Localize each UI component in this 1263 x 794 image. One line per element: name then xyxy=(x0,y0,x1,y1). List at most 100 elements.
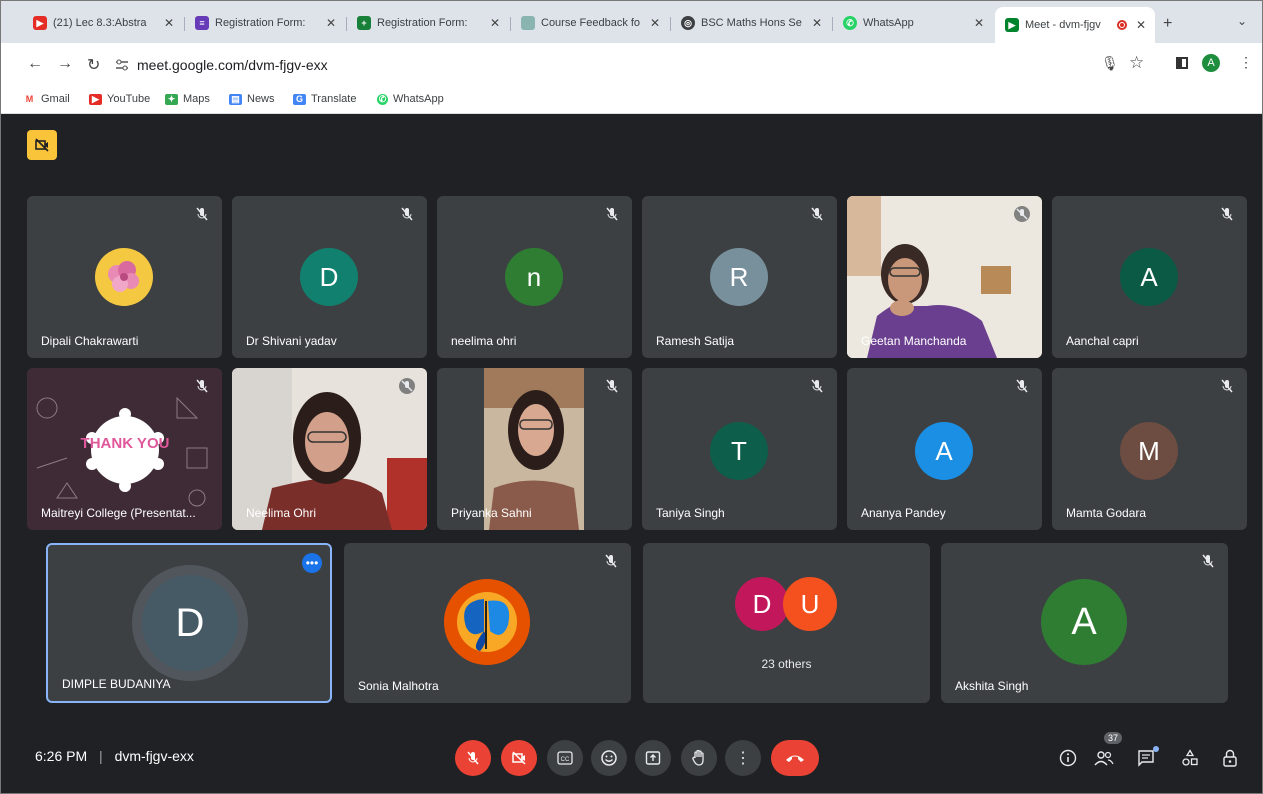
more-options-button[interactable]: ⋮ xyxy=(725,740,761,776)
activities-icon xyxy=(1182,749,1198,766)
tab-meet[interactable]: ▶ Meet - dvm-fjgv ✕ xyxy=(995,7,1155,43)
close-icon[interactable]: ✕ xyxy=(647,16,663,30)
mic-off-icon xyxy=(401,207,413,221)
tab-search-chevron-icon[interactable]: ⌄ xyxy=(1237,14,1247,28)
host-controls-button[interactable] xyxy=(1216,744,1244,772)
participant-name: Akshita Singh xyxy=(955,679,1029,693)
captions-button[interactable]: CC xyxy=(547,740,583,776)
tab-strip: ▶ (21) Lec 8.3:Abstra ✕ ≡ Registration F… xyxy=(1,1,1262,43)
chat-button[interactable] xyxy=(1132,744,1160,772)
participant-tile-video[interactable]: Neelima Ohri xyxy=(232,368,427,530)
forward-arrow-icon[interactable]: → xyxy=(57,55,73,73)
participant-tile[interactable]: A Ananya Pandey xyxy=(847,368,1042,530)
participant-tile[interactable]: A Akshita Singh xyxy=(941,543,1228,703)
mic-off-icon xyxy=(467,751,479,765)
tab-bsc-maths[interactable]: ◎ BSC Maths Hons Se ✕ xyxy=(671,9,831,37)
bookmark-star-icon[interactable]: ☆ xyxy=(1129,53,1144,73)
mic-off-icon xyxy=(399,378,415,394)
activities-button[interactable] xyxy=(1176,744,1204,772)
avatar: R xyxy=(710,248,768,306)
participant-tile[interactable]: T Taniya Singh xyxy=(642,368,837,530)
hang-up-icon xyxy=(786,755,804,762)
tab-youtube[interactable]: ▶ (21) Lec 8.3:Abstra ✕ xyxy=(23,9,183,37)
avatar: n xyxy=(505,248,563,306)
close-icon[interactable]: ✕ xyxy=(487,16,503,30)
mic-toggle-button[interactable] xyxy=(455,740,491,776)
tab-registration-form-1[interactable]: ≡ Registration Form: ✕ xyxy=(185,9,345,37)
host-controls-badge[interactable] xyxy=(27,130,57,160)
tab-course-feedback[interactable]: Course Feedback fo ✕ xyxy=(511,9,669,37)
participant-name: Mamta Godara xyxy=(1066,506,1147,520)
participant-name: Priyanka Sahni xyxy=(451,506,532,520)
bookmark-maps[interactable]: ✦ Maps xyxy=(165,93,210,105)
bookmark-news[interactable]: ▤ News xyxy=(229,93,275,105)
meet-stage: Dipali Chakrawarti D Dr Shivani yadav n … xyxy=(1,114,1262,793)
meeting-details-button[interactable] xyxy=(1054,744,1082,772)
close-icon[interactable]: ✕ xyxy=(161,16,177,30)
participant-tile[interactable]: R Ramesh Satija xyxy=(642,196,837,358)
tab-registration-form-2[interactable]: + Registration Form: ✕ xyxy=(347,9,509,37)
mic-off-icon xyxy=(196,207,208,221)
svg-text:CC: CC xyxy=(561,757,570,763)
avatar: A xyxy=(1041,579,1127,665)
emoji-button[interactable] xyxy=(591,740,627,776)
participant-tile[interactable]: Sonia Malhotra xyxy=(344,543,631,703)
participant-tile[interactable]: n neelima ohri xyxy=(437,196,632,358)
close-icon[interactable]: ✕ xyxy=(809,16,825,30)
new-tab-button[interactable]: + xyxy=(1163,15,1172,33)
participant-tile-pinned[interactable]: D ••• DIMPLE BUDANIYA xyxy=(46,543,332,703)
bookmark-label: Translate xyxy=(311,93,357,105)
others-count-label: 23 others xyxy=(761,657,812,671)
participant-tile-video[interactable]: Priyanka Sahni xyxy=(437,368,632,530)
address-bar[interactable]: meet.google.com/dvm-fjgv-exx xyxy=(115,53,1155,77)
avatar: M xyxy=(1120,422,1178,480)
participant-tile[interactable]: M Mamta Godara xyxy=(1052,368,1247,530)
participant-tile-presentation[interactable]: THANK YOU Maitreyi College (Presentat... xyxy=(27,368,222,530)
browser-menu-icon[interactable]: ⋮ xyxy=(1239,54,1253,71)
side-panel-icon[interactable] xyxy=(1176,57,1188,69)
avatar: D xyxy=(142,575,238,671)
camera-off-icon xyxy=(512,751,526,765)
others-tile[interactable]: D U 23 others xyxy=(643,543,930,703)
tile-options-icon[interactable]: ••• xyxy=(302,553,322,573)
meeting-code[interactable]: dvm-fjgv-exx xyxy=(115,748,194,764)
avatar xyxy=(95,248,153,306)
profile-avatar[interactable]: A xyxy=(1202,54,1220,72)
bookmark-translate[interactable]: G Translate xyxy=(293,93,356,105)
close-icon[interactable]: ✕ xyxy=(971,16,987,30)
youtube-icon: ▶ xyxy=(33,16,47,30)
participant-tile[interactable]: Dipali Chakrawarti xyxy=(27,196,222,358)
bookmark-whatsapp[interactable]: ✆ WhatsApp xyxy=(377,93,444,105)
close-icon[interactable]: ✕ xyxy=(323,16,339,30)
tab-whatsapp[interactable]: ✆ WhatsApp ✕ xyxy=(833,9,993,37)
bookmark-youtube[interactable]: ▶ YouTube xyxy=(89,93,150,105)
close-icon[interactable]: ✕ xyxy=(1133,18,1149,32)
tab-title: WhatsApp xyxy=(863,17,914,29)
bookmark-label: WhatsApp xyxy=(393,93,444,105)
meeting-info: 6:26 PM | dvm-fjgv-exx xyxy=(35,748,194,764)
info-icon xyxy=(1059,749,1077,767)
leave-call-button[interactable] xyxy=(771,740,819,776)
avatar: U xyxy=(783,577,837,631)
mic-off-icon xyxy=(1202,554,1214,568)
mic-off-icon xyxy=(1221,207,1233,221)
mic-off-icon xyxy=(1014,206,1030,222)
gmail-icon: M xyxy=(25,94,34,104)
forms-icon: ≡ xyxy=(195,16,209,30)
present-button[interactable] xyxy=(635,740,671,776)
people-button[interactable]: 37 xyxy=(1090,732,1123,772)
tab-title: Registration Form: xyxy=(377,17,468,29)
participant-name: Ananya Pandey xyxy=(861,506,946,520)
back-arrow-icon[interactable]: ← xyxy=(27,55,43,73)
site-info-icon[interactable] xyxy=(115,59,129,71)
participant-tile-video[interactable]: Geetan Manchanda xyxy=(847,196,1042,358)
whatsapp-icon: ✆ xyxy=(843,16,857,30)
bookmark-gmail[interactable]: M Gmail xyxy=(23,93,70,105)
participant-tile[interactable]: A Aanchal capri xyxy=(1052,196,1247,358)
participant-name: Sonia Malhotra xyxy=(358,679,439,693)
participant-tile[interactable]: D Dr Shivani yadav xyxy=(232,196,427,358)
reload-icon[interactable]: ↻ xyxy=(87,55,100,75)
microphone-icon[interactable]: 🎙︎ xyxy=(1101,55,1119,72)
raise-hand-button[interactable] xyxy=(681,740,717,776)
camera-toggle-button[interactable] xyxy=(501,740,537,776)
